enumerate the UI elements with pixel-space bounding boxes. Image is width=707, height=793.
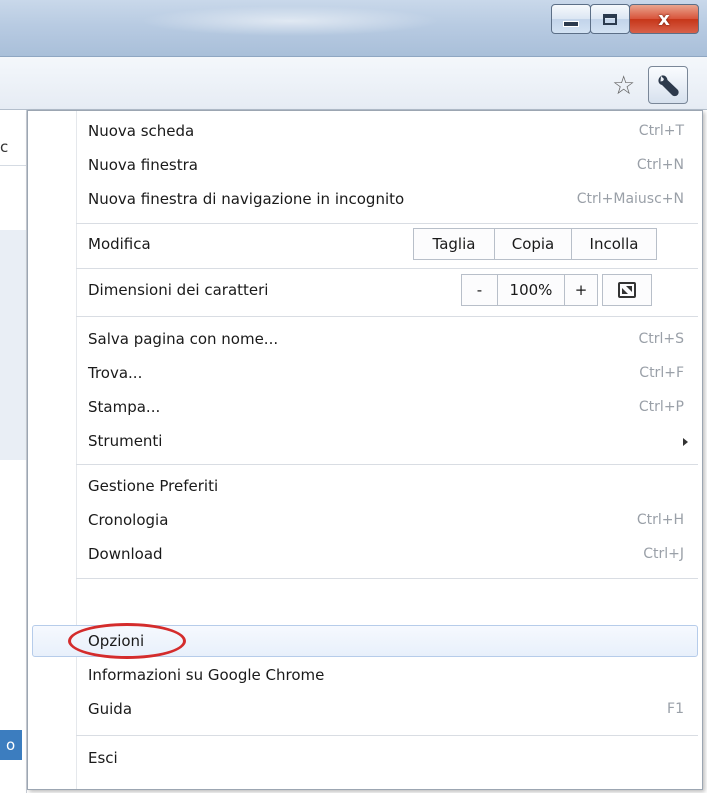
background-divider [0,165,26,166]
menu-item-exit[interactable]: Esci [88,741,684,775]
maximize-icon [603,13,617,25]
browser-toolbar [0,57,707,110]
menu-item-label: Nuova finestra [88,156,198,174]
menu-separator [76,268,698,269]
menu-item-shortcut: Ctrl+J [643,546,684,562]
menu-item-label: Nuova scheda [88,122,195,140]
menu-item-new-window[interactable]: Nuova finestra Ctrl+N [88,148,684,182]
close-icon: x [658,8,670,30]
maximize-button[interactable] [590,4,630,34]
menu-item-history[interactable]: Cronologia Ctrl+H [88,503,684,537]
zoom-out-button[interactable]: - [461,274,497,306]
fullscreen-icon [618,282,636,298]
menu-item-label: Strumenti [88,432,163,450]
menu-item-label: Trova... [88,364,143,382]
menu-item-help[interactable]: Guida F1 [88,692,684,726]
menu-item-about-chrome[interactable]: Informazioni su Google Chrome [88,658,684,692]
edit-button-group: Taglia Copia Incolla [413,228,657,260]
title-bar-glare [140,6,440,36]
background-page: c o [0,110,27,793]
menu-item-label: Guida [88,700,133,718]
copy-button[interactable]: Copia [494,228,572,260]
annotation-oval [68,623,186,659]
zoom-in-button[interactable]: + [564,274,598,306]
menu-item-label: Salva pagina con nome... [88,330,279,348]
minimize-button[interactable] [551,4,591,34]
menu-item-new-tab[interactable]: Nuova scheda Ctrl+T [88,114,684,148]
menu-item-label: Informazioni su Google Chrome [88,666,325,684]
menu-item-shortcut: Ctrl+N [636,157,684,173]
menu-item-label: Stampa... [88,398,161,416]
menu-item-shortcut: Ctrl+T [638,123,684,139]
background-blue-block: o [0,730,22,760]
paste-button[interactable]: Incolla [571,228,657,260]
menu-item-save-page-as[interactable]: Salva pagina con nome... Ctrl+S [88,322,684,356]
minimize-icon [563,21,579,27]
wrench-icon [658,75,679,97]
menu-item-new-incognito-window[interactable]: Nuova finestra di navigazione in incogni… [88,182,684,216]
menu-separator [76,316,698,317]
menu-item-tools[interactable]: Strumenti [88,424,684,458]
menu-item-shortcut: F1 [667,701,684,717]
menu-item-shortcut: Ctrl+Maiusc+N [576,191,684,207]
close-button[interactable]: x [629,4,699,34]
menu-separator [76,735,698,736]
menu-item-shortcut: Ctrl+S [638,331,684,347]
wrench-menu-button[interactable] [648,66,688,104]
menu-item-label: Esci [88,749,118,767]
cut-button[interactable]: Taglia [413,228,495,260]
menu-item-downloads[interactable]: Download Ctrl+J [88,537,684,571]
fullscreen-button[interactable] [602,274,652,306]
menu-item-bookmark-manager[interactable]: Gestione Preferiti [88,469,684,503]
menu-item-print[interactable]: Stampa... Ctrl+P [88,390,684,424]
window-title-bar: x [0,0,707,57]
menu-separator [76,223,698,224]
background-text-bottom: o [6,736,16,754]
background-panel [0,230,26,460]
menu-item-shortcut: Ctrl+P [638,399,684,415]
menu-separator [76,578,698,579]
menu-separator [76,464,698,465]
zoom-level: 100% [497,274,565,306]
window-controls: x [551,4,699,34]
menu-item-shortcut: Ctrl+H [636,512,684,528]
menu-item-label: Nuova finestra di navigazione in incogni… [88,190,405,208]
zoom-button-group: - 100% + [461,274,652,306]
background-text: c [0,138,9,156]
wrench-dropdown-menu: Nuova scheda Ctrl+T Nuova finestra Ctrl+… [27,110,703,790]
menu-item-find[interactable]: Trova... Ctrl+F [88,356,684,390]
menu-item-label: Cronologia [88,511,169,529]
menu-gutter [76,111,77,789]
menu-item-label: Gestione Preferiti [88,477,219,495]
bookmark-star-icon[interactable]: ☆ [612,73,635,99]
menu-item-label: Download [88,545,163,563]
submenu-arrow-icon [683,438,688,446]
menu-item-shortcut: Ctrl+F [639,365,684,381]
